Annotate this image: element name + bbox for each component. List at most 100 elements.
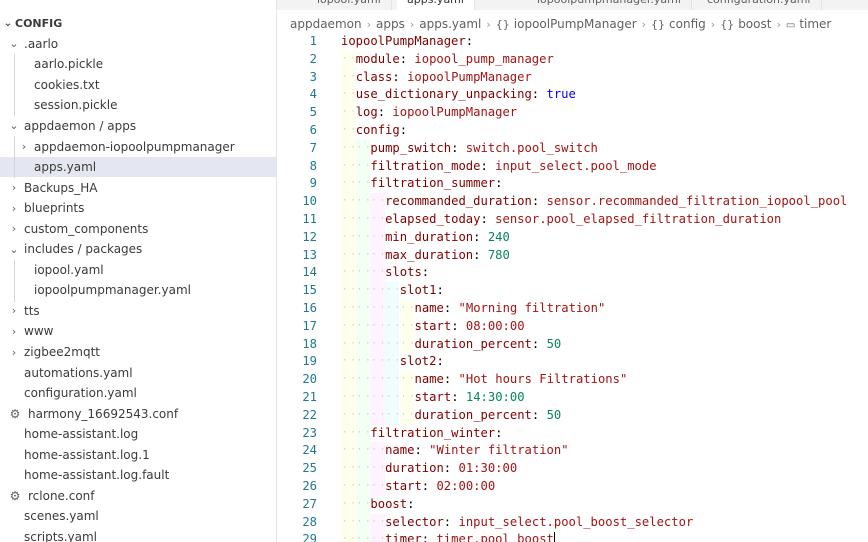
code-line[interactable]: 24 ·· ·· ·· name: "Winter filtration"	[277, 442, 868, 461]
code-line[interactable]: 8 ·· ·· filtration_mode: input_select.pool_…	[277, 157, 868, 176]
code-line[interactable]: 28 ·· ·· ·· selector: input_select.pool_boos…	[277, 513, 868, 532]
code-line[interactable]: 6 ·· config:	[277, 122, 868, 140]
code-line[interactable]: 15 ·· ·· ·· ·· slot1:	[277, 282, 868, 300]
breadcrumb-item[interactable]: {} boost	[720, 17, 771, 31]
tree-file[interactable]: scenes.yaml	[0, 506, 276, 527]
tree-folder[interactable]: ⌄ .aarlo	[0, 34, 276, 55]
editor-tab[interactable]: iopool.yaml	[307, 0, 392, 10]
yaml-key: start	[414, 318, 452, 333]
tree-file[interactable]: aarlo.pickle	[0, 54, 276, 75]
chevron-down-icon: ⌄	[9, 37, 19, 51]
yaml-colon: :	[377, 105, 393, 120]
code-line[interactable]: 23 ·· ·· filtration_winter:	[277, 424, 868, 443]
line-number: 25	[302, 461, 317, 476]
tree-folder[interactable]: › custom_components	[0, 218, 276, 239]
explorer-section-header[interactable]: ⌄ CONFIG	[0, 12, 276, 34]
code-line[interactable]: 26 ·· ·· ·· start: 02:00:00	[277, 478, 868, 496]
tree-folder[interactable]: › www	[0, 321, 276, 342]
tree-file[interactable]: automations.yaml	[0, 362, 276, 383]
yaml-entry: selector: input_select.pool_boost_select…	[385, 514, 693, 532]
tree-file[interactable]: home-assistant.log	[0, 424, 276, 445]
code-line[interactable]: 20 ·· ·· ·· ·· ·· name: "Hot hours Filtrations…	[277, 371, 868, 389]
code-line[interactable]: 5 ·· log: iopoolPumpManager	[277, 104, 868, 122]
code-line[interactable]: 4 ·· use_dictionary_unpacking: true	[277, 86, 868, 105]
line-number: 13	[302, 247, 317, 262]
editor-tab[interactable]: apps.yaml	[397, 0, 475, 10]
yaml-colon: :	[531, 336, 547, 351]
editor-tab[interactable]: configuration.yaml	[697, 0, 822, 10]
tree-folder[interactable]: › appdaemon-iopoolpumpmanager	[0, 136, 276, 157]
code-line[interactable]: 2 ·· module: iopool_pump_manager	[277, 50, 868, 69]
code-line[interactable]: 25 ·· ·· ·· duration: 01:30:00	[277, 460, 868, 478]
tree-file[interactable]: cookies.txt	[0, 75, 276, 96]
indent-guide	[14, 136, 15, 178]
tree-item-label: zigbee2mqtt	[24, 345, 100, 359]
yaml-key: duration	[385, 461, 444, 476]
breadcrumb-item[interactable]: {} config	[651, 17, 706, 31]
yaml-key: config	[355, 123, 400, 137]
code-line[interactable]: 27 ·· ·· boost:	[277, 495, 868, 514]
yaml-key: min_duration	[385, 229, 474, 244]
code-line[interactable]: 7 ·· ·· pump_switch: switch.pool_switch	[277, 139, 868, 158]
tree-file[interactable]: apps.yaml	[0, 156, 276, 178]
yaml-entry: boost:	[370, 496, 414, 514]
code-line[interactable]: 10 ·· ·· ·· recommanded_duration: sensor.rec…	[277, 193, 868, 211]
tree-file[interactable]: home-assistant.log.1	[0, 445, 276, 466]
breadcrumb-item[interactable]: {} iopoolPumpManager	[496, 17, 637, 31]
yaml-colon: :	[451, 390, 466, 404]
code-line[interactable]: 29 ·· ·· ·· timer: timer.pool_boost	[277, 531, 868, 542]
code-line[interactable]: 14 ·· ·· ·· slots:	[277, 264, 868, 283]
line-number: 18	[302, 336, 317, 351]
tree-folder[interactable]: › tts	[0, 301, 276, 322]
code-line[interactable]: 9 ·· ·· filtration_summer:	[277, 175, 868, 194]
tree-file[interactable]: iopoolpumpmanager.yaml	[0, 280, 276, 301]
tree-folder[interactable]: ⌄ appdaemon / apps	[0, 116, 276, 137]
code-line[interactable]: 19 ·· ·· ·· ·· slot2:	[277, 353, 868, 372]
line-number: 20	[302, 372, 317, 387]
yaml-value: 02:00:00	[436, 479, 496, 493]
chevron-right-icon: ›	[409, 17, 415, 31]
yaml-value: 08:00:00	[465, 318, 525, 333]
tree-file[interactable]: ⚙ rclone.conf	[0, 486, 276, 507]
yaml-entry: max_duration: 780	[385, 247, 510, 265]
tree-item-label: apps.yaml	[34, 160, 97, 175]
tree-folder[interactable]: › blueprints	[0, 198, 276, 219]
code-editor[interactable]: 1 iopoolPumpManager: 2 ·· module: iopool_pum…	[277, 32, 868, 542]
code-line[interactable]: 11 ·· ·· ·· elapsed_today: sensor.pool_elaps…	[277, 211, 868, 229]
yaml-colon: :	[473, 229, 488, 244]
code-line[interactable]: 21 ·· ·· ·· ·· ·· start: 14:30:00	[277, 389, 868, 407]
tree-file[interactable]: configuration.yaml	[0, 383, 276, 404]
code-line[interactable]: 1 iopoolPumpManager:	[277, 33, 868, 51]
tree-folder[interactable]: › Backups_HA	[0, 177, 276, 198]
tree-file[interactable]: home-assistant.log.fault	[0, 465, 276, 486]
chevron-right-icon: ›	[11, 222, 17, 236]
line-number: 3	[309, 69, 317, 84]
yaml-entry: name: "Morning filtration"	[415, 300, 606, 318]
breadcrumb-label: apps	[375, 17, 405, 31]
code-line[interactable]: 17 ·· ·· ·· ·· ·· start: 08:00:00	[277, 317, 868, 336]
yaml-entry: name: "Hot hours Filtrations"	[415, 371, 628, 389]
tree-file[interactable]: scripts.yaml	[0, 527, 276, 542]
breadcrumb-item[interactable]: ▭ timer	[786, 17, 832, 31]
editor-tab[interactable]: iopoolpumpmanager.yaml	[527, 0, 692, 10]
tree-folder[interactable]: › zigbee2mqtt	[0, 342, 276, 363]
code-line[interactable]: 18 ·· ·· ·· ·· ·· duration_percent: 50	[277, 335, 868, 354]
yaml-value: 240	[487, 229, 510, 244]
code-line[interactable]: 22 ·· ·· ·· ·· ·· duration_percent: 50	[277, 406, 868, 425]
breadcrumb-item[interactable]: apps	[376, 17, 405, 31]
tree-folder[interactable]: ⌄ includes / packages	[0, 239, 276, 260]
code-line[interactable]: 16 ·· ·· ·· ·· ·· name: "Morning filtration"	[277, 300, 868, 318]
tree-item-label: cookies.txt	[34, 77, 100, 92]
code-line[interactable]: 3 ·· class: iopoolPumpManager	[277, 68, 868, 87]
code-line[interactable]: 12 ·· ·· ·· min_duration: 240	[277, 228, 868, 247]
yaml-key: name	[414, 372, 444, 387]
yaml-entry: duration_percent: 50	[415, 407, 562, 425]
tree-file[interactable]: ⚙ harmony_16692543.conf	[0, 403, 276, 424]
yaml-colon: :	[436, 354, 444, 369]
tree-item-label: Backups_HA	[24, 180, 98, 195]
breadcrumb-item[interactable]: appdaemon	[290, 17, 362, 31]
tree-file[interactable]: iopool.yaml	[0, 260, 276, 281]
code-line[interactable]: 13 ·· ·· ·· max_duration: 780	[277, 246, 868, 265]
tree-file[interactable]: session.pickle	[0, 95, 276, 116]
breadcrumb-item[interactable]: apps.yaml	[419, 17, 481, 31]
